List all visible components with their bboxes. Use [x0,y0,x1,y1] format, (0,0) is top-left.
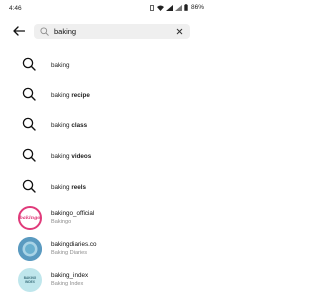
avatar-slot: BAKING INDEX [18,268,42,292]
account-username: bakingdiaries.co [51,241,97,248]
suggestion-row[interactable]: baking class [0,110,213,140]
signal-icon-2 [174,4,182,11]
back-arrow-icon[interactable] [13,26,25,36]
signal-icon [165,4,173,11]
status-bar: 4:46 86% [0,0,213,16]
clear-icon[interactable] [175,27,184,36]
battery-icon [184,4,188,11]
avatar [18,237,42,261]
avatar-logo-text: bakingo [19,215,41,221]
search-header [0,20,213,42]
suggestion-icon-slot [18,175,42,199]
suggestion-suffix: videos [71,153,92,160]
suggestion-prefix: baking [51,184,72,191]
avatar-slot [18,237,42,261]
suggestion-icon-slot [18,113,42,137]
search-input[interactable] [54,24,174,39]
search-icon [22,117,36,131]
suggestion-suffix: recipe [71,92,90,99]
suggestion-prefix: baking [51,122,72,129]
search-icon [40,27,49,36]
avatar-slot: bakingo [18,206,42,230]
suggestion-text: baking recipe [51,92,90,99]
avatar-logo-text: BAKING INDEX [23,276,37,284]
avatar-graphic [18,237,42,261]
account-display-name: Bakingo [51,219,72,225]
account-row[interactable]: bakingdiaries.co Baking Diaries [0,234,213,264]
search-icon [22,179,36,193]
suggestion-text: baking videos [51,153,91,160]
suggestion-row[interactable]: baking videos [0,141,213,171]
account-display-name: Baking Index [51,281,84,287]
search-icon [22,148,36,162]
suggestion-text: baking reels [51,184,86,191]
suggestion-icon-slot [18,144,42,168]
suggestion-suffix: class [71,122,88,129]
account-row[interactable]: BAKING INDEX baking_index Baking Index [0,265,213,295]
suggestion-prefix: baking [51,62,70,69]
search-icon [22,57,36,71]
suggestion-icon-slot [18,83,42,107]
account-username: baking_index [51,272,89,279]
account-username: bakingo_official [51,210,95,217]
suggestion-row[interactable]: baking [0,50,213,80]
suggestion-suffix: reels [71,184,87,191]
account-display-name: Baking Diaries [51,250,88,256]
status-time: 4:46 [9,5,22,12]
suggestion-text: baking [51,62,70,69]
suggestion-icon-slot [18,53,42,77]
account-row[interactable]: bakingo bakingo_official Bakingo [0,203,213,233]
battery-percent: 86% [190,4,204,11]
avatar: bakingo [18,206,42,230]
search-icon [22,87,36,101]
suggestion-row[interactable]: baking reels [0,172,213,202]
avatar: BAKING INDEX [18,268,42,292]
suggestion-row[interactable]: baking recipe [0,80,213,110]
suggestion-text: baking class [51,122,87,129]
status-icons: 86% [149,4,204,11]
wifi-icon [156,5,164,11]
suggestion-prefix: baking [51,153,72,160]
vibrate-icon [150,4,154,11]
suggestion-prefix: baking [51,92,72,99]
search-box[interactable] [34,24,190,39]
